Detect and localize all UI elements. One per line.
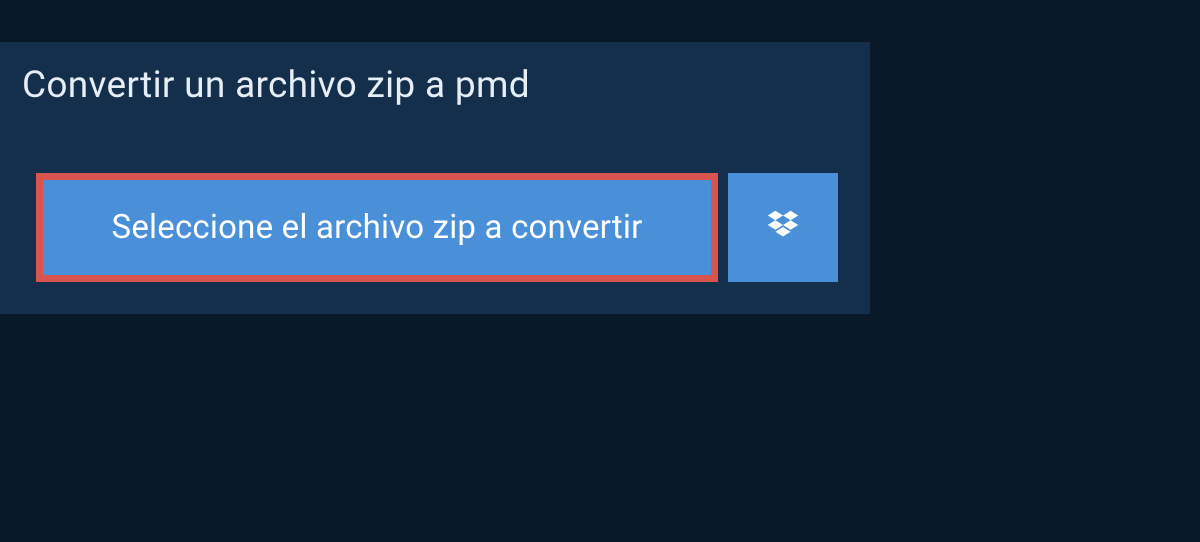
dropbox-button[interactable]	[728, 173, 838, 282]
heading-container: Convertir un archivo zip a pmd	[0, 42, 562, 127]
converter-panel: Convertir un archivo zip a pmd Seleccion…	[0, 42, 870, 314]
select-file-button[interactable]: Seleccione el archivo zip a convertir	[36, 173, 718, 282]
select-file-label: Seleccione el archivo zip a convertir	[112, 208, 643, 247]
page-title: Convertir un archivo zip a pmd	[22, 64, 530, 107]
dropbox-icon	[764, 207, 802, 249]
button-row: Seleccione el archivo zip a convertir	[0, 127, 870, 282]
